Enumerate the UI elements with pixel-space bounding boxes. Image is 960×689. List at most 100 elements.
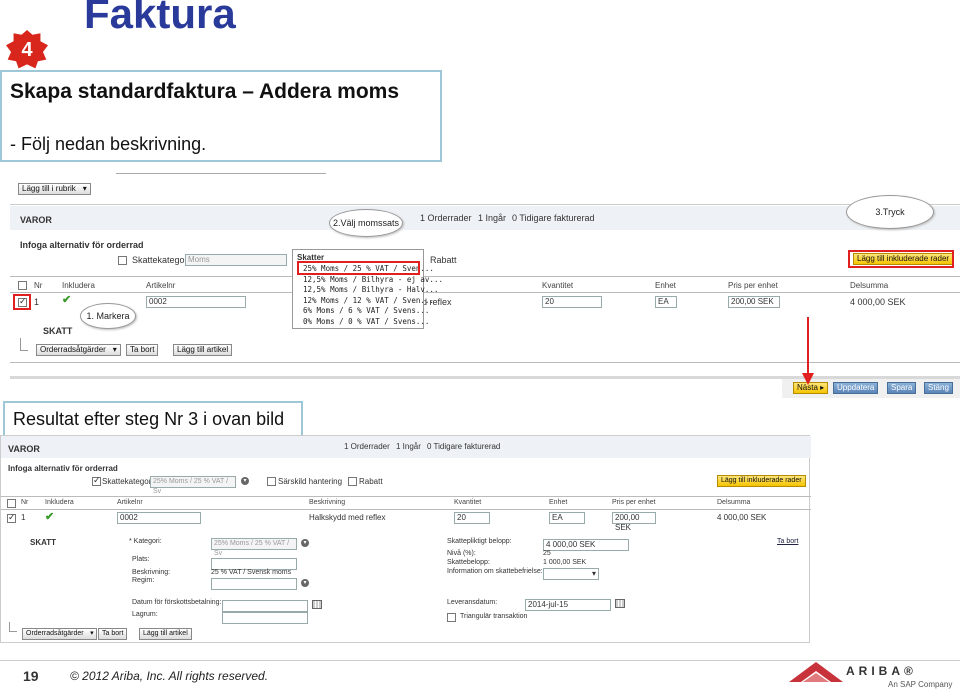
close-button[interactable]: Stäng <box>924 382 953 394</box>
bottom-col-description: Beskrivning <box>309 499 346 506</box>
bottom-tax-category-label: Skattekategori: <box>102 477 156 486</box>
row-1-unit-input[interactable]: EA <box>655 296 677 308</box>
bottom-included-check-icon: ✔ <box>45 511 55 523</box>
ledger-label: Lagrum: <box>132 611 158 618</box>
bottom-discount-label: Rabatt <box>359 477 383 486</box>
exemption-select[interactable]: ▾ <box>543 568 599 580</box>
included-check-icon: ✔ <box>62 294 72 306</box>
bottom-col-quantity: Kvantitet <box>454 499 482 506</box>
update-button[interactable]: Uppdatera <box>833 382 879 394</box>
bottom-col-unit: Enhet <box>549 499 568 506</box>
col-price: Pris per enhet <box>728 281 778 290</box>
ariba-logo-icon <box>789 662 843 682</box>
bottom-options-heading: Infoga alternativ för orderrad <box>8 464 118 473</box>
bottom-row-actions-button[interactable]: Orderradsåtgärder ▾ <box>22 628 97 640</box>
bottom-row-1-subtotal: 4 000,00 SEK <box>717 513 767 522</box>
page-number: 19 <box>23 668 39 684</box>
bottom-row-1-price-input[interactable]: 200,00 SEK <box>612 512 656 532</box>
ariba-logo-subtitle: An SAP Company <box>888 680 953 689</box>
bottom-row-1-article-input[interactable]: 0002 <box>117 512 201 524</box>
col-unit: Enhet <box>655 281 676 290</box>
bottom-add-article-button[interactable]: Lägg till artikel <box>139 628 192 640</box>
bottom-row-1-quantity-input[interactable]: 20 <box>454 512 490 524</box>
bottom-add-included-button[interactable]: Lägg till inkluderade rader <box>717 475 806 487</box>
bottom-discount-checkbox[interactable] <box>348 477 357 486</box>
bottom-tax-category-dropdown-icon[interactable]: ▾ <box>241 477 249 485</box>
bottom-row-1-unit-input[interactable]: EA <box>549 512 585 524</box>
tax-option-0[interactable]: 0% Moms / 0 % VAT / Svens... <box>303 317 429 326</box>
description-value: 25 % VAT / Svensk moms <box>211 569 292 576</box>
tax-option-12[interactable]: 12% Moms / 12 % VAT / Sven... <box>303 296 434 305</box>
taxable-amount-input[interactable]: 4 000,00 SEK <box>543 539 629 551</box>
tax-category-label: Skattekategori: <box>132 255 193 265</box>
add-article-button[interactable]: Lägg till artikel <box>173 344 233 356</box>
bottom-col-article: Artikelnr <box>117 499 143 506</box>
remove-tax-link[interactable]: Ta bort <box>777 538 798 545</box>
special-handling-label: Särskild hantering <box>278 477 343 486</box>
category-input[interactable]: 25% Moms / 25 % VAT / Sv <box>211 538 297 557</box>
summary-previously-invoiced: 0 Tidigare fakturerad <box>512 213 595 223</box>
regime-dropdown-icon[interactable]: ▾ <box>301 579 309 587</box>
special-handling-checkbox[interactable] <box>267 477 276 486</box>
bottom-screenshot: VAROR 1 Orderrader 1 Ingår 0 Tidigare fa… <box>0 435 811 643</box>
add-to-header-button[interactable]: Lägg till i rubrik ▾ <box>18 183 91 195</box>
bottom-tax-category-checkbox[interactable] <box>92 475 101 486</box>
row-1-subtotal: 4 000,00 SEK <box>850 297 906 307</box>
bottom-row-1-nr: 1 <box>21 513 26 522</box>
delivery-date-input[interactable]: 2014-jul-15 <box>525 599 611 611</box>
callout-step-2: 2.Välj momssats <box>329 209 403 237</box>
prepay-date-label: Datum för förskottsbetalning: <box>132 599 222 606</box>
bottom-row-1-description: Halkskydd med reflex <box>309 513 386 522</box>
category-dropdown-icon[interactable]: ▾ <box>301 539 309 547</box>
callout-step-1: 1. Markera <box>80 303 136 329</box>
highlight-tax-option <box>297 261 420 275</box>
bottom-summary-included: 1 Ingår <box>396 442 421 451</box>
bottom-tax-section-label: SKATT <box>30 538 57 547</box>
prepay-date-input[interactable] <box>222 600 308 612</box>
col-include: Inkludera <box>62 281 95 290</box>
bottom-select-all-checkbox[interactable] <box>7 499 16 508</box>
prepay-calendar-icon[interactable] <box>312 600 322 609</box>
regime-input[interactable] <box>211 578 297 590</box>
tax-option-12-5-a[interactable]: 12,5% Moms / Bilhyra - ej av... <box>303 275 443 284</box>
instruction-text: - Följ nedan beskrivning. <box>10 134 207 154</box>
triangular-checkbox[interactable] <box>447 613 456 622</box>
bottom-remove-button[interactable]: Ta bort <box>98 628 128 640</box>
triangular-label: Triangulär transaktion <box>460 613 528 620</box>
ledger-input[interactable] <box>222 612 308 624</box>
highlight-row-checkbox <box>13 294 31 310</box>
ariba-logo-text: ARIBA® <box>846 664 917 678</box>
row-1-article-input[interactable]: 0002 <box>146 296 246 308</box>
step-badge: 4 <box>6 30 48 69</box>
level-value: 25 <box>543 550 551 557</box>
tax-category-input[interactable]: Moms <box>185 254 287 266</box>
tax-section-label: SKATT <box>43 326 73 336</box>
exemption-label: Information om skattebefrielse: <box>447 568 543 575</box>
bottom-tax-category-input[interactable]: 25% Moms / 25 % VAT / Sv <box>150 476 236 495</box>
discount-label: Rabatt <box>430 255 457 265</box>
tax-amount-value: 1 000,00 SEK <box>543 559 587 566</box>
row-1-nr: 1 <box>34 297 40 307</box>
row-1-price-input[interactable]: 200,00 SEK <box>728 296 780 308</box>
bottom-row-1-checkbox[interactable] <box>7 512 16 523</box>
delivery-calendar-icon[interactable] <box>615 599 625 608</box>
slide-title: Faktura <box>84 0 236 37</box>
result-title: Resultat efter steg Nr 3 i ovan bild <box>3 401 303 437</box>
tax-category-checkbox[interactable] <box>118 256 127 265</box>
bottom-section-label: VAROR <box>8 444 40 454</box>
section-label-varor: VAROR <box>20 215 52 225</box>
bottom-col-nr: Nr <box>21 499 29 506</box>
tax-option-6[interactable]: 6% Moms / 6 % VAT / Svens... <box>303 306 429 315</box>
col-article: Artikelnr <box>146 281 176 290</box>
row-actions-button[interactable]: Orderradsåtgärder ▾ <box>36 344 121 356</box>
taxable-amount-label: Skattepliktigt belopp: <box>447 538 512 545</box>
row-1-quantity-input[interactable]: 20 <box>542 296 602 308</box>
bottom-col-price: Pris per enhet <box>612 499 656 506</box>
remove-button[interactable]: Ta bort <box>126 344 159 356</box>
level-label: Nivå (%): <box>447 550 476 557</box>
tax-option-12-5-b[interactable]: 12,5% Moms / Bilhyra - Halv... <box>303 285 438 294</box>
bottom-col-subtotal: Delsumma <box>717 499 751 506</box>
select-all-checkbox[interactable] <box>18 281 27 290</box>
save-button[interactable]: Spara <box>887 382 917 394</box>
bottom-col-include: Inkludera <box>45 499 74 506</box>
